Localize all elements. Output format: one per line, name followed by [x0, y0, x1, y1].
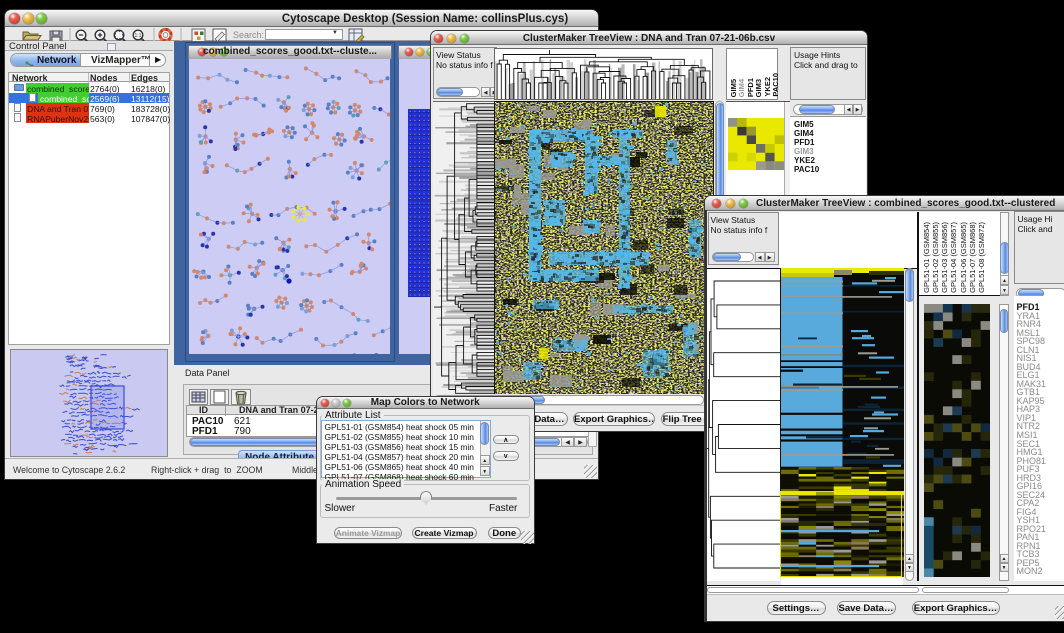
svg-text:1:1: 1:1	[135, 33, 142, 39]
